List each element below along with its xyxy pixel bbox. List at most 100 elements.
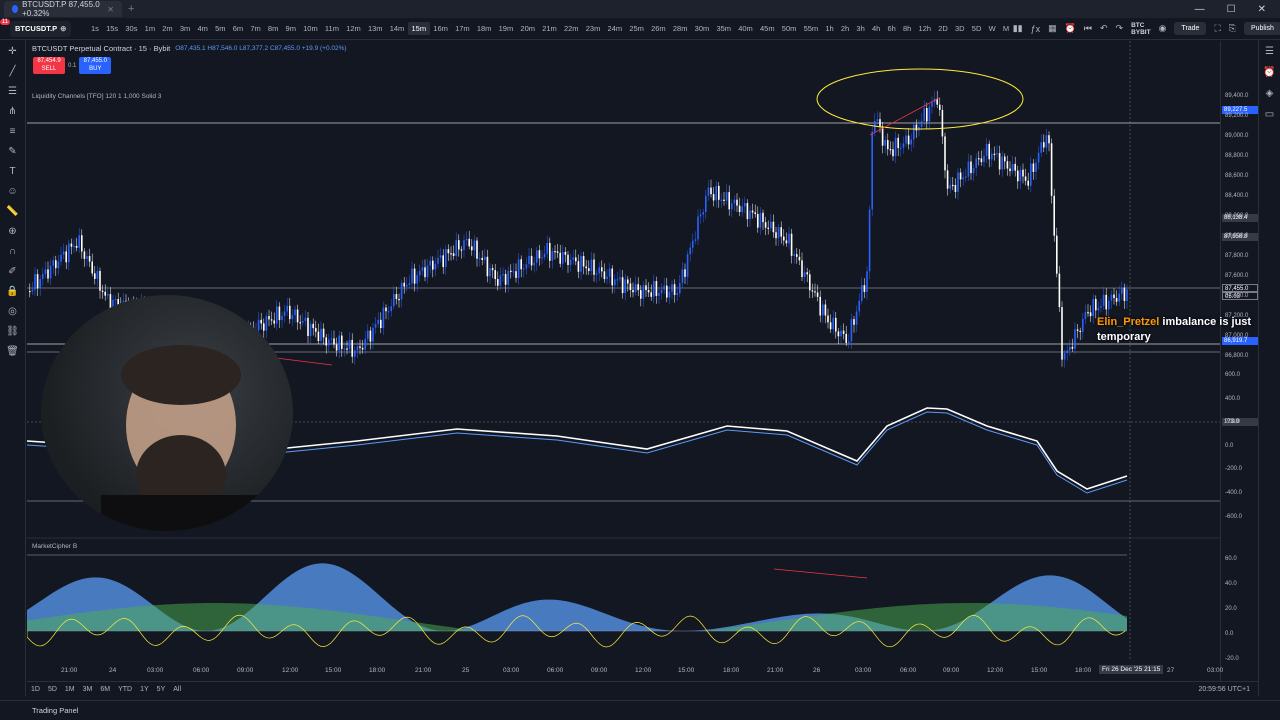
range-5Y[interactable]: 5Y xyxy=(153,686,170,693)
timeframe-3D[interactable]: 3D xyxy=(951,22,968,35)
timeframe-45m[interactable]: 45m xyxy=(756,22,778,35)
timeframe-16m[interactable]: 16m xyxy=(430,22,452,35)
lock-icon[interactable]: 🔒 xyxy=(6,285,20,299)
timeframe-13m[interactable]: 13m xyxy=(364,22,386,35)
layout-icon[interactable]: ▦ xyxy=(1048,23,1057,34)
timeframe-2D[interactable]: 2D xyxy=(935,22,952,35)
timeframe-25m[interactable]: 25m xyxy=(626,22,648,35)
alert-icon[interactable]: ⏰ xyxy=(1065,23,1076,34)
pitchfork-icon[interactable]: ⋔ xyxy=(6,105,20,119)
link-icon[interactable]: ⛓ xyxy=(6,325,20,339)
publish-button[interactable]: Publish xyxy=(1243,22,1280,35)
range-5D[interactable]: 5D xyxy=(44,686,61,693)
emoji-icon[interactable]: ☺ xyxy=(6,185,20,199)
timeframe-4m[interactable]: 4m xyxy=(194,22,212,35)
chat-icon[interactable]: ▭ xyxy=(1265,109,1274,120)
timeframe-5m[interactable]: 5m xyxy=(212,22,230,35)
close-tab-icon[interactable]: ✕ xyxy=(107,5,114,14)
add-symbol-icon[interactable]: ⊕ xyxy=(60,24,66,33)
sell-button[interactable]: 87,454.9 SELL xyxy=(33,57,65,74)
indicators-icon[interactable]: ƒx xyxy=(1031,24,1041,34)
range-YTD[interactable]: YTD xyxy=(114,686,136,693)
timeframe-50m[interactable]: 50m xyxy=(778,22,800,35)
timeframe-19m[interactable]: 19m xyxy=(495,22,517,35)
timeframe-5D[interactable]: 5D xyxy=(968,22,985,35)
timeframe-2h[interactable]: 2h xyxy=(837,22,853,35)
timeframe-26m[interactable]: 26m xyxy=(648,22,670,35)
range-1Y[interactable]: 1Y xyxy=(136,686,153,693)
layers-icon[interactable]: ◈ xyxy=(1266,88,1274,99)
crosshair-icon[interactable]: ✛ xyxy=(6,45,20,59)
chart-type-icon[interactable]: ▮▮ xyxy=(1013,23,1023,34)
timeframe-35m[interactable]: 35m xyxy=(713,22,735,35)
timeframe-7m[interactable]: 7m xyxy=(247,22,265,35)
horizontal-lines-icon[interactable]: ☰ xyxy=(6,85,20,99)
timeframe-2m[interactable]: 2m xyxy=(159,22,177,35)
timeframe-28m[interactable]: 28m xyxy=(669,22,691,35)
range-6M[interactable]: 6M xyxy=(96,686,114,693)
minimize-button[interactable]: — xyxy=(1195,4,1205,15)
timeframe-15s[interactable]: 15s xyxy=(103,22,122,35)
zoom-icon[interactable]: ⊕ xyxy=(6,225,20,239)
timeframe-11m[interactable]: 11m xyxy=(321,22,342,35)
timeframe-21m[interactable]: 21m xyxy=(539,22,561,35)
timeframe-4h[interactable]: 4h xyxy=(868,22,884,35)
watchlist-icon[interactable]: ☰ xyxy=(1265,46,1274,57)
eye-icon[interactable]: ◎ xyxy=(6,305,20,319)
symbol-search-button[interactable]: BTCUSDT.P ⊕ xyxy=(10,20,72,37)
timeframe-8h[interactable]: 8h xyxy=(899,22,915,35)
new-tab-button[interactable]: + xyxy=(128,3,134,15)
timeframe-24m[interactable]: 24m xyxy=(604,22,626,35)
timeframe-18m[interactable]: 18m xyxy=(473,22,495,35)
timeframe-8m[interactable]: 8m xyxy=(264,22,282,35)
timeframe-6h[interactable]: 6h xyxy=(884,22,900,35)
timeframe-55m[interactable]: 55m xyxy=(800,22,822,35)
range-All[interactable]: All xyxy=(169,686,185,693)
timeframe-9m[interactable]: 9m xyxy=(282,22,300,35)
timeframe-1s[interactable]: 1s xyxy=(87,22,102,35)
timeframe-12h[interactable]: 12h xyxy=(915,22,935,35)
chart-area[interactable]: BTCUSDT Perpetual Contract · 15 · Bybit … xyxy=(27,41,1258,681)
buy-button[interactable]: 87,455.0 BUY xyxy=(79,57,112,74)
alerts-icon[interactable]: ⏰ xyxy=(1263,67,1275,78)
pencil-lock-icon[interactable]: ✐ xyxy=(6,265,20,279)
range-3M[interactable]: 3M xyxy=(79,686,97,693)
timeframe-15m[interactable]: 15m xyxy=(407,22,430,35)
timeframe-10m[interactable]: 10m xyxy=(300,22,322,35)
market-cipher-label[interactable]: MarketCipher B xyxy=(32,543,77,550)
trend-line-icon[interactable]: ╱ xyxy=(6,65,20,79)
text-icon[interactable]: T xyxy=(6,165,20,179)
utc-clock[interactable]: 20:59:56 UTC+1 xyxy=(1198,686,1258,693)
timeframe-30s[interactable]: 30s xyxy=(122,22,141,35)
snapshot-icon[interactable]: ⎘ xyxy=(1229,23,1236,34)
range-1M[interactable]: 1M xyxy=(61,686,79,693)
timeframe-30m[interactable]: 30m xyxy=(691,22,713,35)
broker-label[interactable]: BTC BYBIT xyxy=(1131,22,1151,36)
timeframe-14m[interactable]: 14m xyxy=(386,22,408,35)
timeframe-W[interactable]: W xyxy=(985,22,999,35)
timeframe-M[interactable]: M xyxy=(999,22,1012,35)
trash-icon[interactable]: 🗑 xyxy=(6,345,20,359)
ruler-icon[interactable]: 📏 xyxy=(6,205,20,219)
timeframe-3h[interactable]: 3h xyxy=(853,22,869,35)
timeframe-3m[interactable]: 3m xyxy=(176,22,194,35)
maximize-button[interactable]: ☐ xyxy=(1227,4,1236,15)
timeframe-40m[interactable]: 40m xyxy=(735,22,757,35)
price-scale[interactable]: 89,227.5 88,138.4 87,958.8 87,455.0 05:0… xyxy=(1220,41,1258,681)
range-1D[interactable]: 1D xyxy=(27,686,44,693)
redo-icon[interactable]: ↷ xyxy=(1116,23,1124,34)
browser-tab[interactable]: BTCUSDT.P 87,455.0 +0.32% ✕ xyxy=(4,0,122,18)
trading-panel-tab[interactable]: Trading Panel xyxy=(32,706,78,715)
undo-icon[interactable]: ↶ xyxy=(1100,23,1108,34)
timeframe-12m[interactable]: 12m xyxy=(343,22,365,35)
time-axis[interactable]: 03:00 27 18:00 15:00 12:00 09:00 06:00 03:00 26 2… xyxy=(27,664,1223,678)
fib-icon[interactable]: ≡ xyxy=(6,125,20,139)
timeframe-23m[interactable]: 23m xyxy=(582,22,604,35)
timeframe-1m[interactable]: 1m xyxy=(141,22,159,35)
trade-button[interactable]: Trade xyxy=(1174,22,1207,35)
chart-legend[interactable]: BTCUSDT Perpetual Contract · 15 · Bybit … xyxy=(32,44,347,53)
timeframe-20m[interactable]: 20m xyxy=(517,22,539,35)
timeframe-22m[interactable]: 22m xyxy=(560,22,582,35)
fullscreen-icon[interactable]: ⛶ xyxy=(1214,23,1220,34)
timeframe-17m[interactable]: 17m xyxy=(451,22,473,35)
